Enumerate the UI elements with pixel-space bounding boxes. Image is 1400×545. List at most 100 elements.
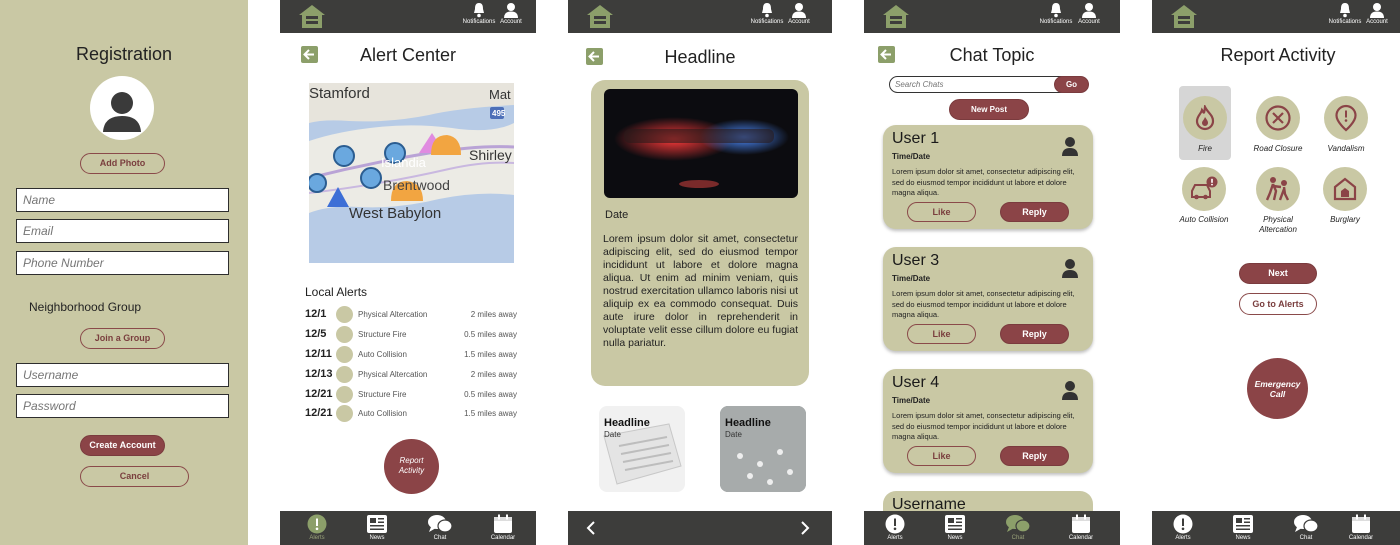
nav-chat[interactable]: Chat: [1286, 514, 1326, 541]
go-to-alerts-button[interactable]: Go to Alerts: [1239, 293, 1317, 315]
go-button[interactable]: Go: [1054, 76, 1089, 93]
road-closure-icon: [1265, 105, 1291, 131]
alert-row[interactable]: 12/5 Structure Fire 0.5 miles away: [305, 326, 520, 344]
alert-row[interactable]: 12/1 Physical Altercation 2 miles away: [305, 306, 520, 324]
article-body: Lorem ipsum dolor sit amet, consectetur …: [603, 233, 798, 349]
vandalism-icon: [1335, 104, 1357, 132]
cancel-button[interactable]: Cancel: [80, 466, 189, 487]
reply-button[interactable]: Reply: [1000, 202, 1069, 222]
notifications-button[interactable]: Notifications: [462, 2, 496, 25]
chevron-left-icon[interactable]: [585, 520, 597, 536]
chevron-right-icon[interactable]: [799, 520, 811, 536]
person-icon: [792, 3, 806, 18]
nav-calendar[interactable]: Calendar: [483, 514, 523, 541]
nav-calendar[interactable]: Calendar: [1341, 514, 1381, 541]
map-land: [309, 83, 514, 213]
map-label-route: 495: [492, 109, 506, 118]
next-button[interactable]: Next: [1239, 263, 1317, 284]
nav-alerts[interactable]: Alerts: [1163, 514, 1203, 541]
article-date: Date: [605, 209, 629, 221]
page-title: Report Activity: [1220, 45, 1336, 65]
home-icon[interactable]: [297, 3, 327, 30]
bell-icon: [474, 3, 484, 18]
password-field[interactable]: [16, 394, 229, 418]
person-icon: [1062, 137, 1078, 156]
report-option-physical-altercation[interactable]: Physical Altercation: [1248, 167, 1308, 235]
nav-alerts[interactable]: Alerts: [297, 514, 337, 541]
altercation-icon: [336, 306, 353, 323]
join-group-button[interactable]: Join a Group: [80, 328, 165, 349]
create-account-button[interactable]: Create Account: [80, 435, 165, 456]
notifications-button[interactable]: Notifications: [1039, 2, 1073, 25]
nav-calendar[interactable]: Calendar: [1061, 514, 1101, 541]
like-button[interactable]: Like: [907, 446, 976, 466]
person-icon: [1082, 3, 1096, 18]
newspaper-icon: [367, 515, 387, 533]
alert-icon: [1173, 514, 1193, 534]
home-icon[interactable]: [881, 3, 911, 30]
nav-news[interactable]: News: [935, 514, 975, 541]
post-body: Lorem ipsum dolor sit amet, consectetur …: [892, 167, 1075, 197]
alert-row[interactable]: 12/13 Physical Altercation 2 miles away: [305, 366, 520, 384]
name-field[interactable]: [16, 188, 229, 212]
car-icon: [336, 405, 353, 422]
notifications-button[interactable]: Notifications: [1328, 2, 1362, 25]
chat-post: User 4 Time/Date Lorem ipsum dolor sit a…: [883, 369, 1093, 473]
neighborhood-label: Neighborhood Group: [29, 300, 142, 314]
calendar-icon: [1352, 514, 1370, 533]
like-button[interactable]: Like: [907, 202, 976, 222]
new-post-button[interactable]: New Post: [949, 99, 1029, 120]
home-icon[interactable]: [1169, 3, 1199, 30]
nav-chat[interactable]: Chat: [420, 514, 460, 541]
alert-row[interactable]: 12/11 Auto Collision 1.5 miles away: [305, 346, 520, 364]
avatar[interactable]: [90, 76, 154, 140]
headline-thumb[interactable]: Headline Date: [720, 406, 806, 492]
page-title: Headline: [664, 47, 736, 67]
account-button[interactable]: Account: [782, 2, 816, 25]
person-icon: [103, 92, 141, 132]
bottom-nav: Alerts News Chat Calendar: [864, 511, 1120, 545]
nav-news[interactable]: News: [357, 514, 397, 541]
emergency-call-button[interactable]: Emergency Call: [1247, 358, 1308, 419]
nav-chat[interactable]: Chat: [998, 514, 1038, 541]
alert-row[interactable]: 12/21 Auto Collision 1.5 miles away: [305, 405, 520, 423]
post-body: Lorem ipsum dolor sit amet, consectetur …: [892, 289, 1075, 319]
person-icon: [504, 3, 518, 18]
newspaper-icon: [1233, 515, 1253, 533]
nav-alerts[interactable]: Alerts: [875, 514, 915, 541]
phone-field[interactable]: [16, 251, 229, 275]
top-bar: Notifications Account: [568, 0, 832, 33]
alert-map[interactable]: Stamford Mat 495 Islandia Shirley Brentw…: [309, 83, 514, 263]
headline-thumb[interactable]: Headline Date: [599, 406, 685, 492]
username-field[interactable]: [16, 363, 229, 387]
add-photo-button[interactable]: Add Photo: [80, 153, 165, 174]
page-title: Alert Center: [359, 45, 457, 65]
map-label-brentwood: Brentwood: [383, 177, 450, 193]
report-option-road-closure[interactable]: Road Closure: [1248, 96, 1308, 154]
page-title: Registration: [75, 44, 173, 64]
reply-button[interactable]: Reply: [1000, 324, 1069, 344]
nav-news[interactable]: News: [1223, 514, 1263, 541]
headline-screen: Notifications Account Headline Date Lore…: [568, 0, 832, 545]
map-label-west-babylon: West Babylon: [349, 205, 442, 222]
like-button[interactable]: Like: [907, 324, 976, 344]
bell-icon: [1051, 3, 1061, 18]
post-username: User 1: [892, 130, 940, 147]
search-input[interactable]: [889, 76, 1069, 93]
notifications-button[interactable]: Notifications: [750, 2, 784, 25]
car-icon: [336, 346, 353, 363]
report-option-burglary[interactable]: Burglary: [1315, 167, 1375, 225]
report-option-auto-collision[interactable]: Auto Collision: [1174, 167, 1234, 225]
top-bar: Notifications Account: [1152, 0, 1400, 33]
report-activity-button[interactable]: Report Activity: [384, 439, 439, 494]
account-button[interactable]: Account: [1072, 2, 1106, 25]
article-card: Date Lorem ipsum dolor sit amet, consect…: [591, 80, 809, 386]
account-button[interactable]: Account: [494, 2, 528, 25]
email-field[interactable]: [16, 219, 229, 243]
account-button[interactable]: Account: [1360, 2, 1394, 25]
report-option-fire[interactable]: Fire: [1175, 96, 1235, 154]
home-icon[interactable]: [585, 3, 615, 30]
report-option-vandalism[interactable]: Vandalism: [1316, 96, 1376, 154]
alert-row[interactable]: 12/21 Structure Fire 0.5 miles away: [305, 386, 520, 404]
reply-button[interactable]: Reply: [1000, 446, 1069, 466]
